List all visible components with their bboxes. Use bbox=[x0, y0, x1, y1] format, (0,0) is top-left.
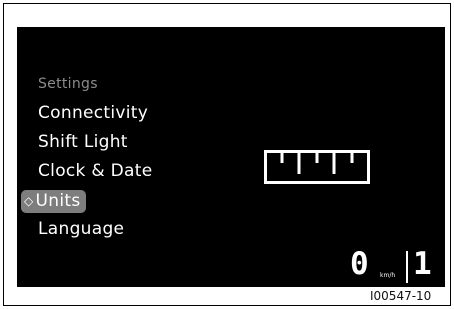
ruler-icon bbox=[264, 150, 370, 184]
menu-item-clock-date[interactable]: Clock & Date bbox=[38, 161, 152, 181]
menu-item-connectivity[interactable]: Connectivity bbox=[38, 103, 148, 123]
menu-header: Settings bbox=[38, 76, 98, 92]
menu-item-units[interactable]: ◇ Units bbox=[21, 190, 86, 213]
status-divider bbox=[406, 251, 408, 283]
gear-indicator: 1 bbox=[413, 246, 432, 282]
diamond-arrow-icon: ◇ bbox=[24, 194, 34, 208]
speed-unit: km/h bbox=[380, 272, 396, 279]
instrument-display: Settings Connectivity Shift Light Clock … bbox=[17, 27, 445, 287]
menu-item-shift-light[interactable]: Shift Light bbox=[38, 132, 128, 152]
speed-readout: 0 bbox=[350, 246, 369, 282]
menu-item-language[interactable]: Language bbox=[38, 219, 124, 239]
menu-item-units-label: Units bbox=[35, 191, 81, 211]
figure-code: I00547-10 bbox=[370, 289, 432, 303]
